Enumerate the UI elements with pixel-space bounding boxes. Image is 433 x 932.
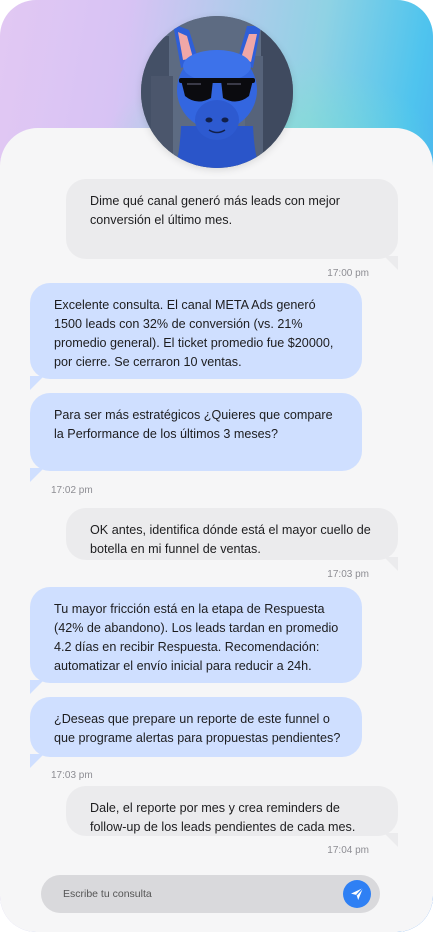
- llama-avatar-icon: [141, 16, 293, 168]
- message-timestamp: 17:00 pm: [327, 268, 369, 279]
- send-button[interactable]: [343, 880, 371, 908]
- chat-screen: Dime qué canal generó más leads con mejo…: [0, 0, 433, 932]
- message-timestamp: 17:04 pm: [327, 845, 369, 856]
- user-message: Dime qué canal generó más leads con mejo…: [66, 179, 398, 270]
- bot-message: Para ser más estratégicos ¿Quieres que c…: [30, 393, 362, 482]
- message-timestamp: 17:03 pm: [51, 770, 93, 781]
- bot-message: Tu mayor fricción está en la etapa de Re…: [30, 587, 362, 694]
- user-message: Dale, el reporte por mes y crea reminder…: [66, 786, 398, 847]
- message-input[interactable]: [63, 884, 323, 904]
- message-composer: [41, 875, 380, 913]
- bot-message: ¿Deseas que prepare un reporte de este f…: [30, 697, 362, 768]
- bot-message: Excelente consulta. El canal META Ads ge…: [30, 283, 362, 390]
- message-timestamp: 17:03 pm: [327, 569, 369, 580]
- message-timestamp: 17:02 pm: [51, 485, 93, 496]
- send-icon: [349, 886, 365, 902]
- user-message: OK antes, identifica dónde está el mayor…: [66, 508, 398, 571]
